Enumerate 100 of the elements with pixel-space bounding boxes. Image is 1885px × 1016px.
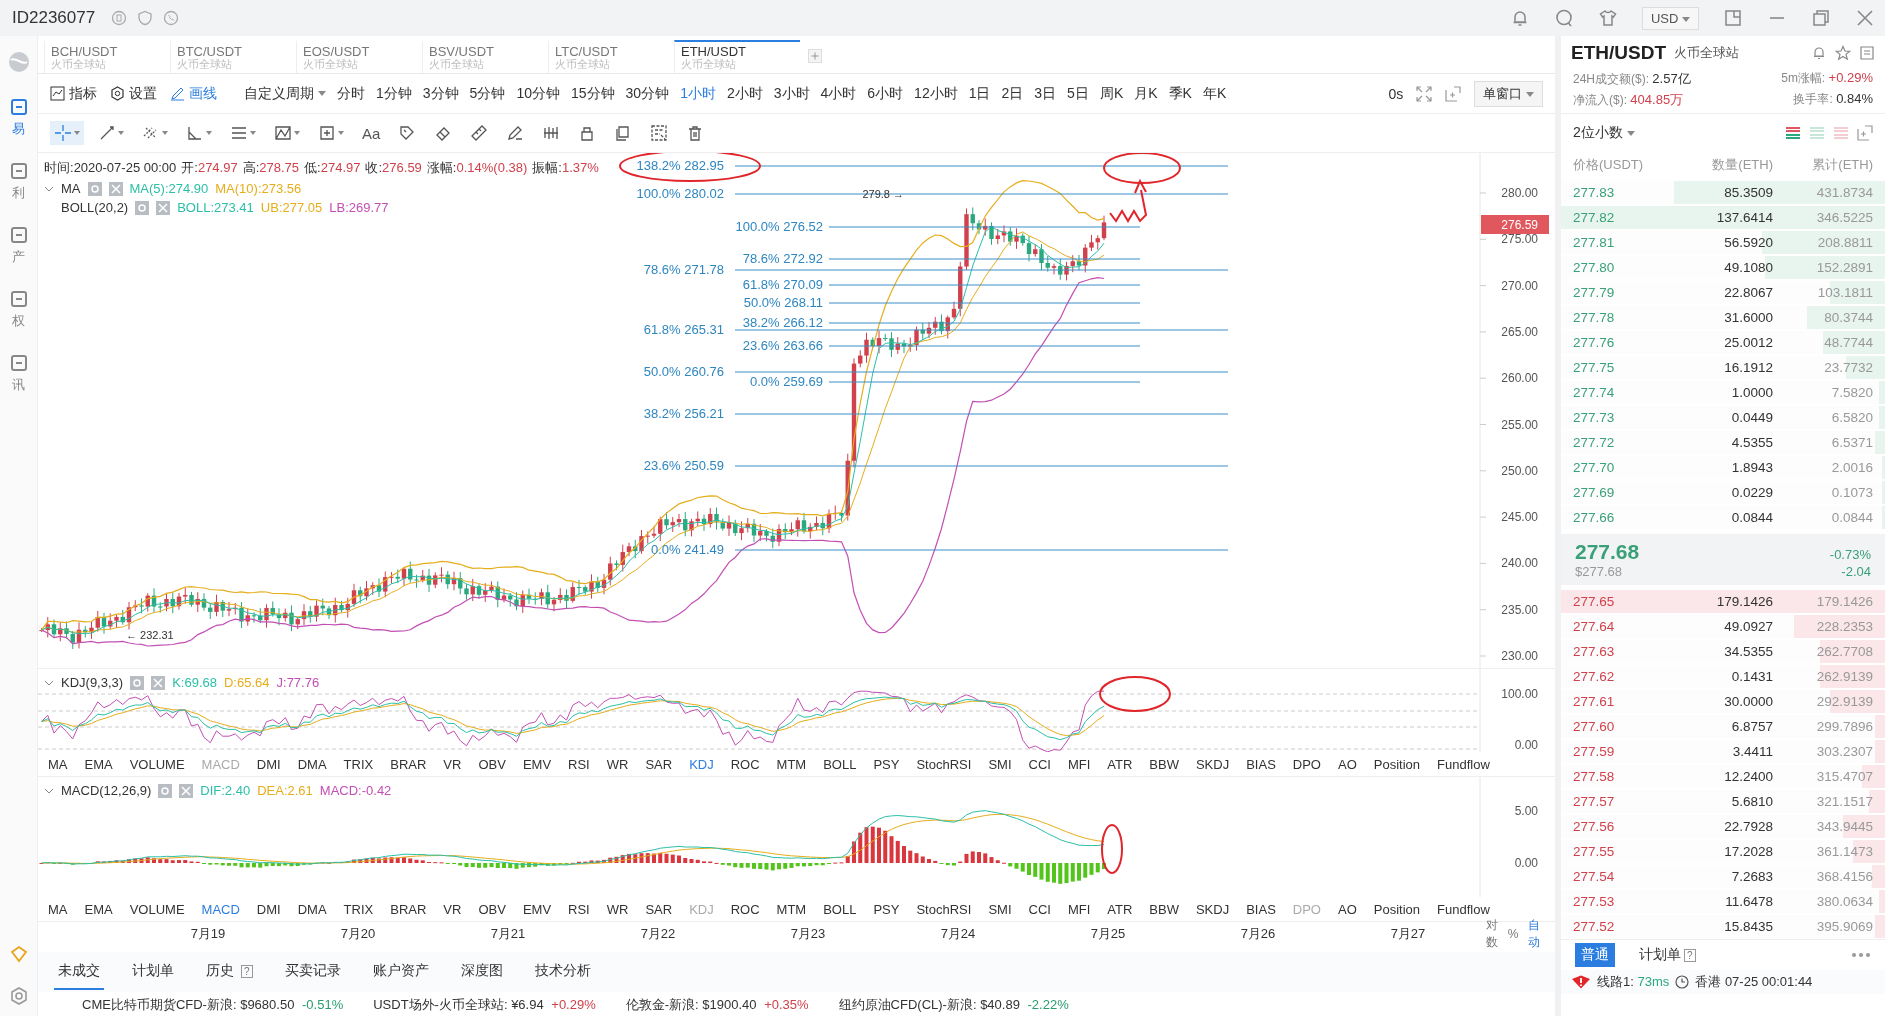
period-button[interactable]: 30分钟 <box>625 84 670 103</box>
indicator-tab[interactable]: Fundflow <box>1437 901 1490 917</box>
period-button[interactable]: 1日 <box>968 84 991 103</box>
market-tab[interactable]: EOS/USDT 火币全球站 <box>296 40 422 73</box>
indicator-tab[interactable]: MA <box>48 756 68 772</box>
indicator-tab[interactable]: VR <box>443 901 462 917</box>
toolbar-button[interactable]: 指标 <box>50 84 97 103</box>
indicator-tab[interactable]: TRIX <box>343 756 374 772</box>
bottom-tab[interactable]: 技术分析 <box>530 954 595 990</box>
period-button[interactable]: 10分钟 <box>516 84 560 103</box>
axis-option[interactable]: 对数 <box>1483 917 1502 951</box>
indicator-tab[interactable]: PSY <box>873 756 900 772</box>
indicator-tab[interactable]: BBW <box>1149 901 1179 917</box>
indicator-tab[interactable]: AO <box>1338 901 1357 917</box>
indicator-tab[interactable]: RSI <box>568 756 590 772</box>
period-button[interactable]: 季K <box>1168 84 1192 103</box>
indicator-tab[interactable]: CCI <box>1028 901 1051 917</box>
indicator-tab[interactable]: MTM <box>776 901 807 917</box>
indicator-tab[interactable]: Fundflow <box>1437 756 1490 772</box>
sidebar-item[interactable]: 产 <box>7 224 30 266</box>
market-tab[interactable]: ETH/USDT 火币全球站 <box>674 40 800 73</box>
indicator-tab[interactable]: MFI <box>1067 901 1091 917</box>
period-button[interactable]: 3小时 <box>773 84 810 103</box>
indicator-tab[interactable]: RSI <box>568 901 590 917</box>
indicator-tab[interactable]: VOLUME <box>129 901 185 917</box>
toolbar-button[interactable]: 设置 <box>110 84 157 103</box>
bottom-tab[interactable]: 账户资产 <box>368 954 433 990</box>
custom-period-dropdown[interactable]: 自定义周期 <box>244 84 326 103</box>
period-button[interactable]: 2日 <box>1001 84 1024 103</box>
indicator-tab[interactable]: ROC <box>730 756 760 772</box>
indicator-tab[interactable]: BRAR <box>390 756 427 772</box>
indicator-tab[interactable]: WR <box>606 901 629 917</box>
indicator-tab[interactable]: SKDJ <box>1195 901 1230 917</box>
market-tab[interactable]: BCH/USDT 火币全球站 <box>44 40 170 73</box>
indicator-tab[interactable]: MACD <box>201 901 240 917</box>
bottom-tab[interactable]: 历史 ? <box>202 954 257 990</box>
indicator-tab[interactable]: EMV <box>522 756 552 772</box>
indicator-tab[interactable]: Position <box>1373 756 1421 772</box>
period-button[interactable]: 5分钟 <box>469 84 506 103</box>
market-ticker[interactable]: 伦敦金-新浪: $1900.40 +0.35% <box>625 996 809 1014</box>
indicator-tab[interactable]: BBW <box>1149 756 1179 772</box>
bottom-tab[interactable]: 买卖记录 <box>280 954 345 990</box>
period-button[interactable]: 分时 <box>337 84 365 103</box>
bottom-tab[interactable]: 深度图 <box>456 954 507 990</box>
indicator-tab[interactable]: MTM <box>776 756 807 772</box>
indicator-tab[interactable]: DMI <box>256 756 281 772</box>
indicator-tab[interactable]: DMA <box>297 901 327 917</box>
indicator-tab[interactable]: VR <box>443 756 462 772</box>
indicator-tab[interactable]: DMI <box>256 901 281 917</box>
indicator-tab[interactable]: SAR <box>645 901 673 917</box>
indicator-tab[interactable]: MA <box>48 901 68 917</box>
period-button[interactable]: 年K <box>1202 84 1227 103</box>
indicator-tab[interactable]: KDJ <box>689 756 714 772</box>
indicator-tab[interactable]: EMV <box>522 901 552 917</box>
period-button[interactable]: 4小时 <box>820 84 857 103</box>
indicator-tab[interactable]: ATR <box>1107 901 1133 917</box>
bottom-tab[interactable]: 未成交 <box>54 954 104 990</box>
period-button[interactable]: 1小时 <box>680 84 716 103</box>
period-button[interactable]: 15分钟 <box>570 84 615 103</box>
indicator-tab[interactable]: EMA <box>84 756 113 772</box>
indicator-tab[interactable]: DPO <box>1292 756 1321 772</box>
indicator-tab[interactable]: StochRSI <box>916 756 972 772</box>
indicator-tab[interactable]: ATR <box>1107 756 1133 772</box>
indicator-tab[interactable]: SKDJ <box>1195 756 1230 772</box>
indicator-tab[interactable]: ROC <box>730 901 760 917</box>
order-type-tab[interactable]: 普通 <box>1575 943 1615 967</box>
window-mode-dropdown[interactable]: 单窗口 <box>1474 80 1543 107</box>
period-button[interactable]: 1分钟 <box>376 84 412 103</box>
precision-dropdown[interactable]: 2位小数 <box>1573 124 1635 142</box>
indicator-tab[interactable]: StochRSI <box>916 901 972 917</box>
toolbar-button[interactable]: 画线 <box>170 84 217 103</box>
market-ticker[interactable]: CME比特币期货CFD-新浪: $9680.50 -0.51% <box>82 996 344 1014</box>
sidebar-item[interactable]: 权 <box>7 288 30 330</box>
period-button[interactable]: 3分钟 <box>422 84 459 103</box>
text-tool-button[interactable]: Aa <box>358 121 385 145</box>
order-type-tab[interactable]: 计划单 ? <box>1633 943 1702 967</box>
market-ticker[interactable]: 纽约原油CFD(CL)-新浪: $40.89 -2.22% <box>838 996 1069 1014</box>
indicator-tab[interactable]: AO <box>1338 756 1357 772</box>
indicator-tab[interactable]: CCI <box>1028 756 1051 772</box>
indicator-tab[interactable]: BRAR <box>390 901 427 917</box>
market-tab[interactable]: BSV/USDT 火币全球站 <box>422 40 548 73</box>
indicator-tab[interactable]: TRIX <box>343 901 374 917</box>
indicator-tab[interactable]: VOLUME <box>129 756 185 772</box>
indicator-tab[interactable]: SMI <box>988 901 1012 917</box>
bottom-tab[interactable]: 计划单 <box>128 954 178 990</box>
indicator-tab[interactable]: EMA <box>84 901 113 917</box>
sidebar-item[interactable]: 讯 <box>7 352 30 394</box>
indicator-tab[interactable]: BOLL <box>823 901 857 917</box>
period-button[interactable]: 6小时 <box>867 84 904 103</box>
indicator-tab[interactable]: OBV <box>478 756 506 772</box>
sidebar-item[interactable]: 易 <box>7 96 30 138</box>
indicator-tab[interactable]: DMA <box>297 756 327 772</box>
sidebar-item[interactable]: 利 <box>7 160 30 202</box>
indicator-tab[interactable]: OBV <box>478 901 506 917</box>
period-button[interactable]: 12小时 <box>914 84 958 103</box>
indicator-tab[interactable]: PSY <box>873 901 900 917</box>
indicator-tab[interactable]: SMI <box>988 756 1012 772</box>
indicator-tab[interactable]: WR <box>606 756 629 772</box>
market-tab[interactable]: BTC/USDT 火币全球站 <box>170 40 296 73</box>
indicator-tab[interactable]: BOLL <box>823 756 857 772</box>
